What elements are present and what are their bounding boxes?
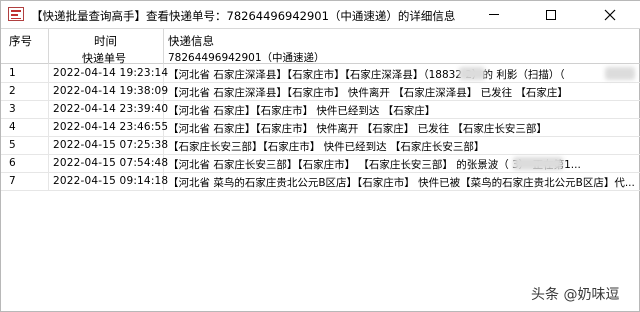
table-row[interactable]: 1 2022-04-14 19:23:14 【河北省 石家庄深泽县】【石家庄市】… [1, 65, 640, 83]
header-tracking-value: 78264496942901（中通速递） [168, 52, 325, 64]
row-number: 2 [9, 85, 16, 97]
row-time: 2022-04-15 09:14:18 [53, 175, 169, 187]
row-time: 2022-04-14 19:23:14 [53, 67, 169, 79]
header-no[interactable]: 序号 [9, 33, 32, 49]
table-row[interactable]: 4 2022-04-14 23:46:55 【河北省 石家庄】【石家庄市】 快件… [1, 119, 640, 137]
app-icon [8, 7, 24, 21]
window-title: 【快递批量查询高手】查看快递单号：78264496942901（中通速递）的详细… [31, 9, 456, 23]
row-time: 2022-04-14 23:39:40 [53, 103, 169, 115]
row-number: 1 [9, 67, 16, 79]
table-row[interactable]: 6 2022-04-15 07:54:48 【河北省 石家庄长安三部】【石家庄市… [1, 155, 640, 173]
row-info: 【河北省 石家庄长安三部】【石家庄市】 【石家庄长安三部】 的张景波（ 3） 正… [168, 159, 581, 171]
row-info: 【石家庄长安三部】【石家庄市】 快件已经到达 【石家庄长安三部】 [168, 141, 485, 153]
tracking-table[interactable]: 序号 时间 快递信息 快递单号 78264496942901（中通速递） 1 2… [1, 28, 640, 312]
row-number: 5 [9, 139, 16, 151]
row-info: 【河北省 石家庄深泽县】【石家庄市】 快件离开 【石家庄深泽县】 已发往 【石家… [168, 87, 568, 99]
redaction-blur [513, 157, 563, 170]
redaction-blur [459, 67, 485, 80]
redaction-blur [605, 67, 635, 80]
table-row[interactable]: 7 2022-04-15 09:14:18 【河北省 菜鸟的石家庄贵北公元B区店… [1, 173, 640, 191]
minimize-button[interactable] [471, 1, 517, 28]
row-info: 【河北省 石家庄】【石家庄市】 快件离开 【石家庄】 已发往 【石家庄长安三部】 [168, 123, 547, 135]
row-number: 7 [9, 175, 16, 187]
header-time[interactable]: 时间 [94, 33, 117, 49]
row-time: 2022-04-14 23:46:55 [53, 121, 169, 133]
table-header: 序号 时间 快递信息 快递单号 78264496942901（中通速递） [1, 28, 640, 65]
table-row[interactable]: 2 2022-04-14 19:38:09 【河北省 石家庄深泽县】【石家庄市】… [1, 83, 640, 101]
maximize-icon [546, 9, 556, 20]
app-window: 【快递批量查询高手】查看快递单号：78264496942901（中通速递）的详细… [0, 0, 640, 312]
row-number: 4 [9, 121, 16, 133]
close-button[interactable] [587, 1, 633, 28]
watermark-text: 头条 @奶味逗 [531, 287, 620, 303]
row-time: 2022-04-15 07:54:48 [53, 157, 169, 169]
row-number: 3 [9, 103, 16, 115]
row-info: 【河北省 石家庄】【石家庄市】 快件已经到达 【石家庄】 [168, 105, 436, 117]
minimize-icon [489, 14, 499, 15]
row-info: 【河北省 石家庄深泽县】【石家庄市】【石家庄深泽县】（18832 2）的 利影（… [168, 69, 565, 81]
header-info[interactable]: 快递信息 [168, 33, 214, 49]
table-row[interactable]: 5 2022-04-15 07:25:38 【石家庄长安三部】【石家庄市】 快件… [1, 137, 640, 155]
table-row[interactable]: 3 2022-04-14 23:39:40 【河北省 石家庄】【石家庄市】 快件… [1, 101, 640, 119]
row-time: 2022-04-14 19:38:09 [53, 85, 169, 97]
close-icon [604, 9, 616, 20]
row-time: 2022-04-15 07:25:38 [53, 139, 169, 151]
row-info: 【河北省 菜鸟的石家庄贵北公元B区店】【石家庄市】 快件已被【菜鸟的石家庄贵北公… [168, 177, 635, 189]
title-bar[interactable]: 【快递批量查询高手】查看快递单号：78264496942901（中通速递）的详细… [1, 1, 640, 28]
maximize-button[interactable] [528, 1, 574, 28]
header-tracking-label: 快递单号 [82, 52, 126, 65]
row-number: 6 [9, 157, 16, 169]
